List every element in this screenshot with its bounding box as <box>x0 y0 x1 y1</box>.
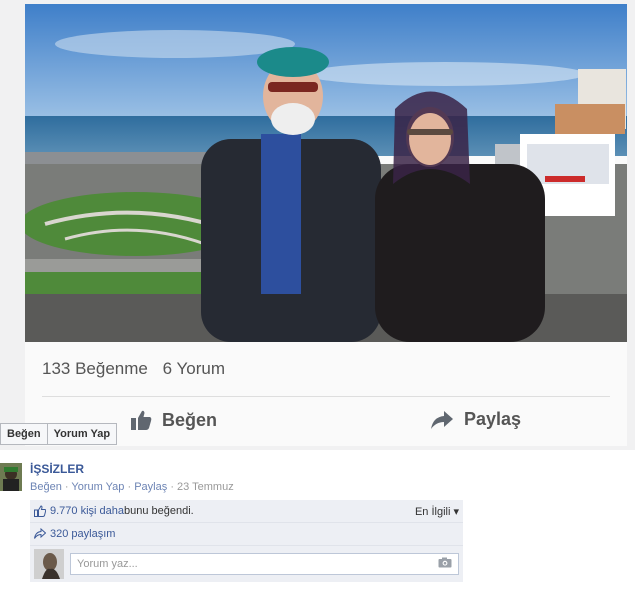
meta-like-link[interactable]: Beğen <box>30 481 62 493</box>
user-avatar-image <box>34 549 64 579</box>
page-name[interactable]: İŞSİZLER <box>30 462 84 476</box>
post-date[interactable]: 23 Temmuz <box>177 481 234 493</box>
comment-placeholder: Yorum yaz... <box>77 558 138 570</box>
ufi-box: 9.770 kişi daha bunu beğendi. En İlgili … <box>30 500 463 582</box>
mini-action-bar: Beğen Yorum Yap <box>0 423 118 445</box>
comments-count[interactable]: 6 Yorum <box>163 359 225 378</box>
sort-label: En İlgili <box>414 505 451 518</box>
thumbs-up-icon <box>34 505 46 517</box>
likes-count-link[interactable]: 9.770 kişi daha <box>50 505 124 517</box>
meta-share-link[interactable]: Paylaş <box>134 481 167 493</box>
likes-suffix: bunu beğendi. <box>124 505 194 517</box>
likes-row: 9.770 kişi daha bunu beğendi. En İlgili … <box>30 500 463 523</box>
mini-comment-button[interactable]: Yorum Yap <box>47 423 118 445</box>
share-arrow-icon <box>34 528 46 540</box>
like-button[interactable]: Beğen <box>130 409 217 431</box>
divider <box>42 396 610 397</box>
post-photo[interactable] <box>25 4 627 342</box>
comment-input[interactable]: Yorum yaz... <box>70 553 459 575</box>
shared-post-area: 133 Beğenme 6 Yorum Beğen Paylaş Beğen Y… <box>0 0 635 450</box>
meta-comment-link[interactable]: Yorum Yap <box>71 481 124 493</box>
share-button[interactable]: Paylaş <box>430 409 521 430</box>
camera-icon[interactable] <box>438 557 452 571</box>
page-comment: İŞSİZLER Beğen · Yorum Yap · Paylaş · 23… <box>0 458 635 595</box>
sort-dropdown[interactable]: En İlgili ▾ <box>415 505 459 518</box>
mini-like-button[interactable]: Beğen <box>0 423 48 445</box>
reaction-counts: 133 Beğenme 6 Yorum <box>42 359 235 379</box>
avatar[interactable] <box>0 463 22 491</box>
avatar-image <box>0 463 22 491</box>
post-card: 133 Beğenme 6 Yorum Beğen Paylaş <box>25 4 627 446</box>
user-avatar[interactable] <box>34 549 64 579</box>
photo-elderly-couple <box>25 4 627 342</box>
shares-link[interactable]: 320 paylaşım <box>50 528 115 540</box>
shares-row: 320 paylaşım <box>30 523 463 546</box>
dropdown-caret-icon: ▾ <box>453 505 459 518</box>
share-label: Paylaş <box>464 409 522 429</box>
share-arrow-icon <box>431 410 453 429</box>
comment-meta: Beğen · Yorum Yap · Paylaş · 23 Temmuz <box>30 481 234 493</box>
like-label: Beğen <box>162 409 218 430</box>
thumbs-up-icon <box>131 410 152 430</box>
comment-composer: Yorum yaz... <box>30 546 463 582</box>
likes-count[interactable]: 133 Beğenme <box>42 359 148 378</box>
